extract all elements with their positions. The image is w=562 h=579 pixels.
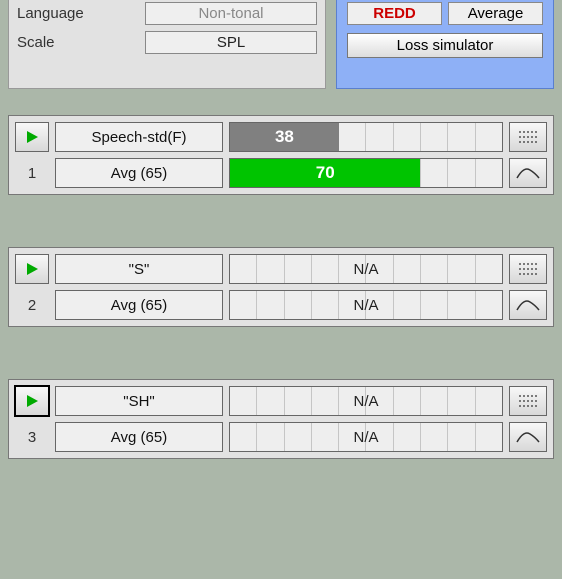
loss-simulator-button[interactable]: Loss simulator [347, 33, 543, 58]
meter-na-label: N/A [230, 387, 502, 415]
meter-na-label: N/A [230, 291, 502, 319]
dots-icon[interactable] [509, 122, 547, 152]
stimulus-name[interactable]: "S" [55, 254, 223, 284]
row-number: 2 [15, 290, 49, 320]
scale-value[interactable]: SPL [145, 31, 317, 54]
play-button[interactable] [15, 386, 49, 416]
meter-bottom: 70 [229, 158, 503, 188]
stimulus-name[interactable]: "SH" [55, 386, 223, 416]
curve-icon[interactable] [509, 422, 547, 452]
curve-icon[interactable] [509, 158, 547, 188]
meter-top: N/A [229, 254, 503, 284]
test-block: Speech-std(F)38 1Avg (65)70 [8, 115, 554, 195]
avg-name[interactable]: Avg (65) [55, 290, 223, 320]
settings-panel: Language Non-tonal Scale SPL [8, 0, 326, 89]
meter-bottom: N/A [229, 422, 503, 452]
meter-na-label: N/A [230, 255, 502, 283]
meter-top: N/A [229, 386, 503, 416]
meter-bar: 70 [230, 159, 420, 187]
meter-bottom: N/A [229, 290, 503, 320]
play-button[interactable] [15, 122, 49, 152]
curve-icon[interactable] [509, 290, 547, 320]
avg-name[interactable]: Avg (65) [55, 158, 223, 188]
mode-panel: REDD Average Loss simulator [336, 0, 554, 89]
row-number: 1 [15, 158, 49, 188]
language-label: Language [17, 5, 137, 22]
mode-redd[interactable]: REDD [347, 2, 442, 25]
test-block: "S"N/A 2Avg (65)N/A [8, 247, 554, 327]
play-button[interactable] [15, 254, 49, 284]
dots-icon[interactable] [509, 254, 547, 284]
mode-average[interactable]: Average [448, 2, 543, 25]
row-number: 3 [15, 422, 49, 452]
test-block: "SH"N/A 3Avg (65)N/A [8, 379, 554, 459]
avg-name[interactable]: Avg (65) [55, 422, 223, 452]
meter-bar: 38 [230, 123, 339, 151]
dots-icon[interactable] [509, 386, 547, 416]
stimulus-name[interactable]: Speech-std(F) [55, 122, 223, 152]
scale-label: Scale [17, 34, 137, 51]
language-value[interactable]: Non-tonal [145, 2, 317, 25]
meter-na-label: N/A [230, 423, 502, 451]
meter-top: 38 [229, 122, 503, 152]
